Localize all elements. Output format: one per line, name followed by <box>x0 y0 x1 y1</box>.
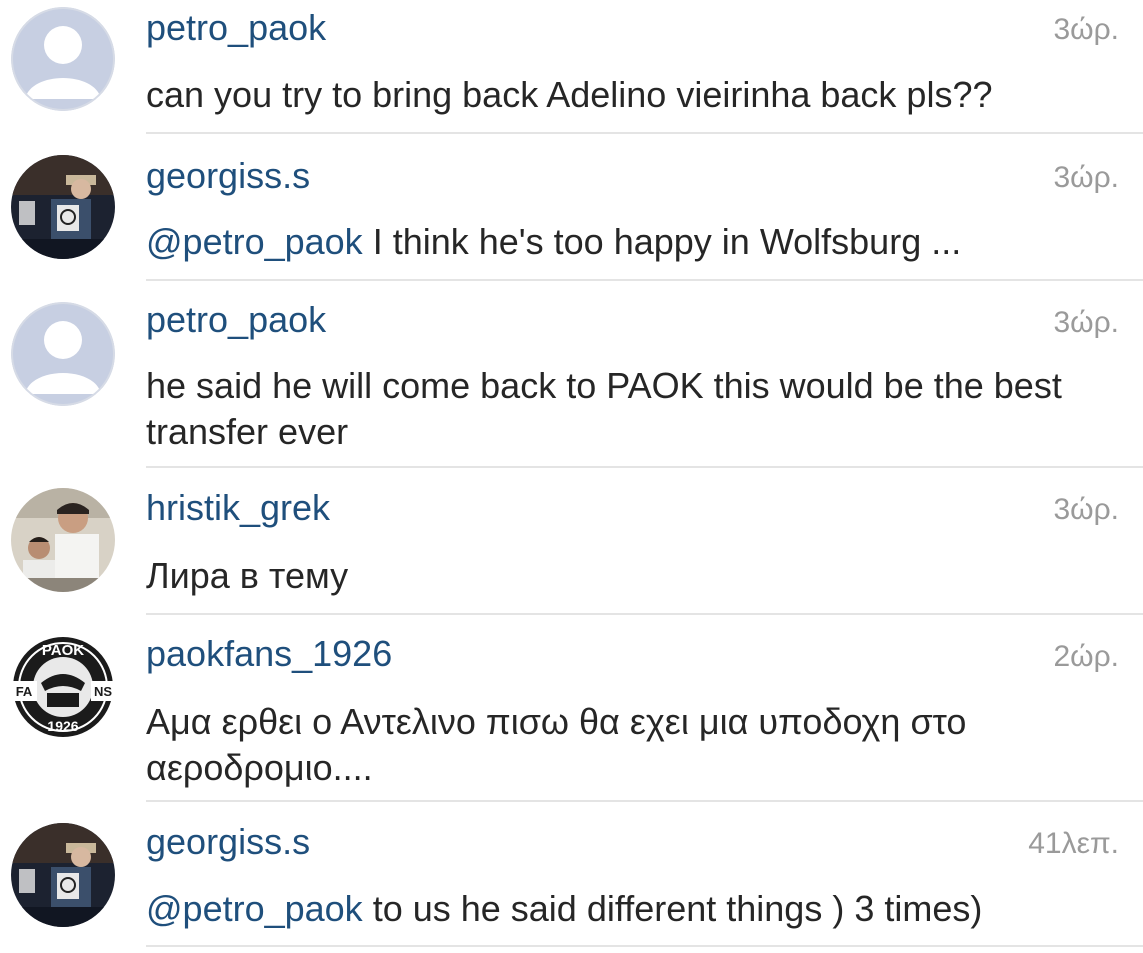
comment-timestamp: 3ώρ. <box>1053 161 1119 194</box>
default-user-icon <box>11 7 115 111</box>
comment-text: can you try to bring back Adelino vieiri… <box>146 72 1126 118</box>
avatar[interactable] <box>11 7 115 111</box>
avatar[interactable] <box>11 155 115 259</box>
comment-username[interactable]: paokfans_1926 <box>146 634 392 674</box>
avatar[interactable] <box>11 823 115 927</box>
comment-username[interactable]: georgiss.s <box>146 822 310 862</box>
paok-fans-logo-icon: FA NS PAOK 1926 <box>11 635 115 739</box>
comment-username[interactable]: hristik_grek <box>146 488 330 528</box>
divider <box>146 945 1143 947</box>
user-photo-icon <box>11 488 115 592</box>
comment-username[interactable]: georgiss.s <box>146 156 310 196</box>
comment-username[interactable]: petro_paok <box>146 300 326 340</box>
divider <box>146 279 1143 281</box>
comment-username[interactable]: petro_paok <box>146 8 326 48</box>
comment-body: I think he's too happy in Wolfsburg ... <box>362 221 962 262</box>
comment-timestamp: 3ώρ. <box>1053 13 1119 46</box>
divider <box>146 466 1143 468</box>
user-photo-icon <box>11 155 115 259</box>
comment-text: @petro_paok I think he's too happy in Wo… <box>146 219 1126 265</box>
divider <box>146 132 1143 134</box>
comment-text: Лира в тему <box>146 553 1126 599</box>
comment-body: to us he said different things ) 3 times… <box>362 888 983 929</box>
comment-body: Αμα ερθει ο Αντελινο πισω θα εχει μια υπ… <box>146 701 967 788</box>
divider <box>146 613 1143 615</box>
mention-link[interactable]: @petro_paok <box>146 888 363 929</box>
svg-text:FA: FA <box>16 684 33 699</box>
comment-timestamp: 41λεπ. <box>1028 827 1119 860</box>
comment-text: Αμα ερθει ο Αντελινο πισω θα εχει μια υπ… <box>146 699 1126 791</box>
divider <box>146 800 1143 802</box>
avatar[interactable]: FA NS PAOK 1926 <box>11 635 115 739</box>
avatar[interactable] <box>11 302 115 406</box>
comment-text: he said he will come back to PAOK this w… <box>146 363 1126 455</box>
comment-timestamp: 2ώρ. <box>1053 640 1119 673</box>
user-photo-icon <box>11 823 115 927</box>
svg-text:NS: NS <box>94 684 112 699</box>
comment-text: @petro_paok to us he said different thin… <box>146 886 1126 932</box>
comment-timestamp: 3ώρ. <box>1053 306 1119 339</box>
comment-body: can you try to bring back Adelino vieiri… <box>146 74 993 115</box>
svg-text:1926: 1926 <box>47 718 78 734</box>
avatar[interactable] <box>11 488 115 592</box>
default-user-icon <box>11 302 115 406</box>
comment-body: he said he will come back to PAOK this w… <box>146 365 1062 452</box>
mention-link[interactable]: @petro_paok <box>146 221 363 262</box>
comment-timestamp: 3ώρ. <box>1053 493 1119 526</box>
svg-text:PAOK: PAOK <box>42 642 84 659</box>
comment-body: Лира в тему <box>146 555 349 596</box>
